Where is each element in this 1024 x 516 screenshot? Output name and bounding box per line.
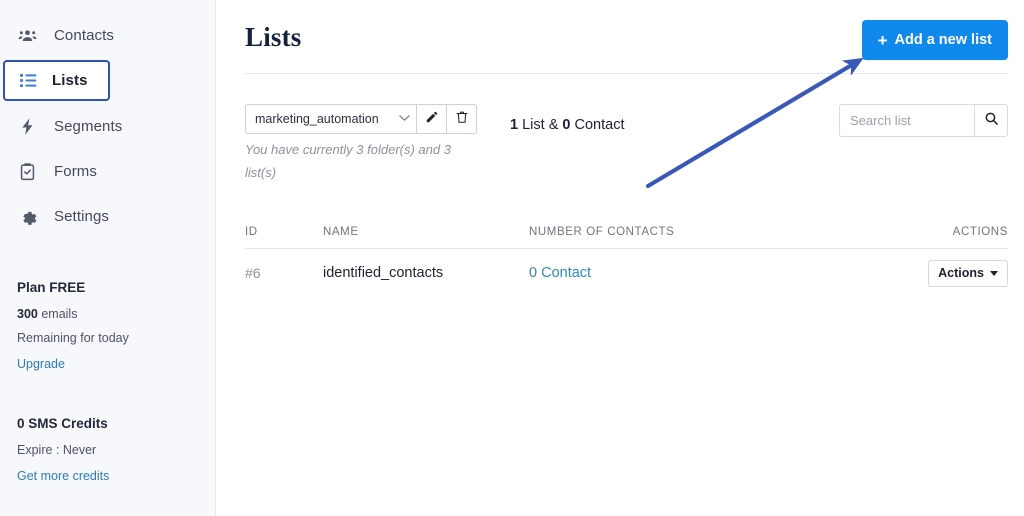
sidebar-item-label: Segments — [54, 118, 122, 135]
column-header-name: NAME — [323, 226, 529, 238]
page-header: Lists + Add a new list — [216, 0, 1024, 73]
search-button[interactable] — [974, 104, 1008, 137]
sidebar: Contacts Lists Segments — [0, 0, 216, 516]
sidebar-item-segments[interactable]: Segments — [0, 106, 215, 146]
lists-count-number: 1 — [510, 117, 518, 133]
lists-count-word: List & — [518, 117, 562, 133]
add-a-new-list-button[interactable]: + Add a new list — [862, 20, 1008, 60]
chevron-down-icon — [399, 114, 410, 125]
cell-id: #6 — [245, 265, 323, 281]
sidebar-nav: Contacts Lists Segments — [0, 0, 215, 236]
get-more-credits-link[interactable]: Get more credits — [17, 469, 109, 483]
contacts-icon — [16, 24, 38, 46]
sidebar-item-label: Lists — [52, 72, 88, 89]
upgrade-link[interactable]: Upgrade — [17, 357, 65, 371]
lists-table: ID NAME NUMBER OF CONTACTS ACTIONS #6 id… — [245, 215, 1008, 297]
column-header-id: ID — [245, 226, 323, 238]
row-actions-label: Actions — [938, 266, 984, 280]
sms-title: 0 SMS Credits — [17, 416, 215, 431]
column-header-actions: ACTIONS — [908, 226, 1008, 238]
folder-select-value: marketing_automation — [255, 112, 379, 126]
folder-select[interactable]: marketing_automation — [245, 104, 417, 134]
folder-select-group: marketing_automation — [245, 104, 477, 134]
contacts-count-word: Contact — [570, 117, 624, 133]
search-input[interactable] — [839, 104, 974, 137]
plan-title: Plan FREE — [17, 280, 215, 295]
cell-contacts: 0 Contact — [529, 264, 908, 282]
row-actions-button[interactable]: Actions — [928, 260, 1008, 287]
sidebar-item-forms[interactable]: Forms — [0, 151, 215, 191]
plan-emails: 300 emails — [17, 307, 215, 321]
sidebar-item-label: Settings — [54, 208, 109, 225]
plan-remaining: Remaining for today — [17, 331, 215, 345]
sms-block: 0 SMS Credits Expire : Never Get more cr… — [17, 416, 215, 485]
table-header-row: ID NAME NUMBER OF CONTACTS ACTIONS — [245, 215, 1008, 249]
search-icon — [984, 111, 999, 131]
cell-actions: Actions — [908, 260, 1008, 287]
cell-name: identified_contacts — [323, 265, 529, 281]
add-a-new-list-label: Add a new list — [895, 32, 993, 48]
gear-icon — [16, 205, 38, 227]
main-content: Lists + Add a new list marketing_automat… — [216, 0, 1024, 516]
plan-emails-count: 300 — [17, 307, 38, 321]
sidebar-item-lists[interactable]: Lists — [3, 60, 110, 101]
pencil-icon — [425, 110, 439, 129]
caret-down-icon — [990, 271, 998, 276]
bolt-icon — [16, 115, 38, 137]
trash-icon — [455, 110, 469, 129]
table-row: #6 identified_contacts 0 Contact Actions — [245, 249, 1008, 297]
sms-expire: Expire : Never — [17, 443, 215, 457]
folder-helper-text: You have currently 3 folder(s) and 3 lis… — [245, 139, 475, 185]
sidebar-item-label: Contacts — [54, 27, 114, 44]
sidebar-item-settings[interactable]: Settings — [0, 196, 215, 236]
list-count-summary: 1 List & 0 Contact — [510, 117, 624, 133]
clipboard-check-icon — [16, 160, 38, 182]
plan-emails-label: emails — [41, 307, 77, 321]
plan-block: Plan FREE 300 emails Remaining for today… — [0, 280, 215, 485]
edit-folder-button[interactable] — [417, 104, 447, 134]
delete-folder-button[interactable] — [447, 104, 477, 134]
sidebar-item-contacts[interactable]: Contacts — [0, 15, 215, 55]
sidebar-item-label: Forms — [54, 163, 97, 180]
column-header-contacts: NUMBER OF CONTACTS — [529, 226, 908, 238]
plus-icon: + — [878, 32, 888, 49]
list-icon — [17, 70, 39, 92]
search-group — [839, 104, 1008, 137]
folder-toolbar: marketing_automation — [245, 104, 477, 134]
header-divider — [245, 73, 1008, 74]
page-title: Lists — [245, 22, 302, 53]
contacts-count-link[interactable]: 0 Contact — [529, 265, 591, 281]
